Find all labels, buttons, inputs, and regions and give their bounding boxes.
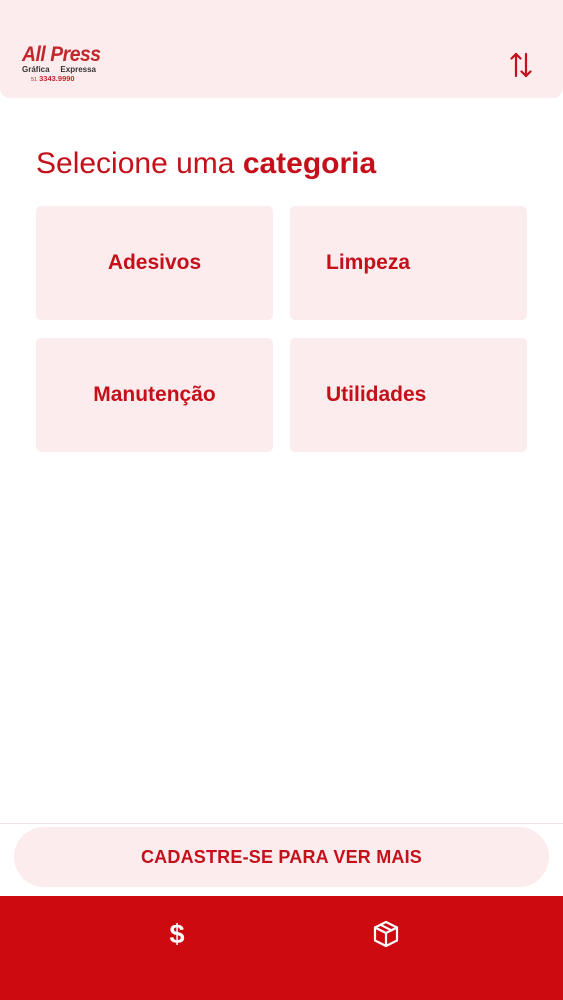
register-button[interactable]: CADASTRE-SE PARA VER MAIS: [14, 827, 549, 887]
page-title-bold: categoria: [242, 147, 377, 180]
nav-item-products[interactable]: [366, 914, 406, 954]
register-area: CADASTRE-SE PARA VER MAIS: [0, 823, 563, 896]
logo-tagline: Gráfica Expressa: [22, 66, 96, 74]
category-card-utilidades[interactable]: Utilidades: [290, 338, 527, 452]
logo-phone-prefix: 51: [31, 77, 38, 83]
logo: All Press Gráfica Expressa 51 3343.9990: [22, 44, 102, 86]
logo-phone-number: 3343.9990: [39, 74, 75, 83]
sort-button[interactable]: [504, 48, 538, 82]
page-title-light: Selecione uma: [36, 147, 235, 180]
logo-name: All Press: [22, 43, 101, 66]
category-label: Limpeza: [326, 251, 411, 274]
category-card-manutencao[interactable]: Manutenção: [36, 338, 273, 452]
logo-tagline-right: Expressa: [60, 65, 96, 74]
category-label: Manutenção: [93, 383, 216, 406]
app-screen: All Press Gráfica Expressa 51 3343.9990 S…: [0, 0, 563, 1000]
top-header: All Press Gráfica Expressa 51 3343.9990: [0, 0, 563, 98]
page-title: Selecione uma categoria: [36, 144, 376, 184]
category-label: Utilidades: [326, 383, 427, 406]
logo-tagline-left: Gráfica: [22, 65, 50, 74]
nav-item-prices[interactable]: $: [157, 914, 197, 954]
bottom-nav: $: [0, 896, 563, 1000]
logo-phone: 51 3343.9990: [22, 74, 102, 85]
swap-vertical-icon: [510, 52, 532, 78]
dollar-icon: $: [169, 918, 185, 949]
package-icon: [373, 920, 399, 948]
category-card-limpeza[interactable]: Limpeza: [290, 206, 527, 320]
category-label: Adesivos: [107, 251, 202, 274]
register-button-label: CADASTRE-SE PARA VER MAIS: [140, 846, 423, 867]
category-card-adesivos[interactable]: Adesivos: [36, 206, 273, 320]
